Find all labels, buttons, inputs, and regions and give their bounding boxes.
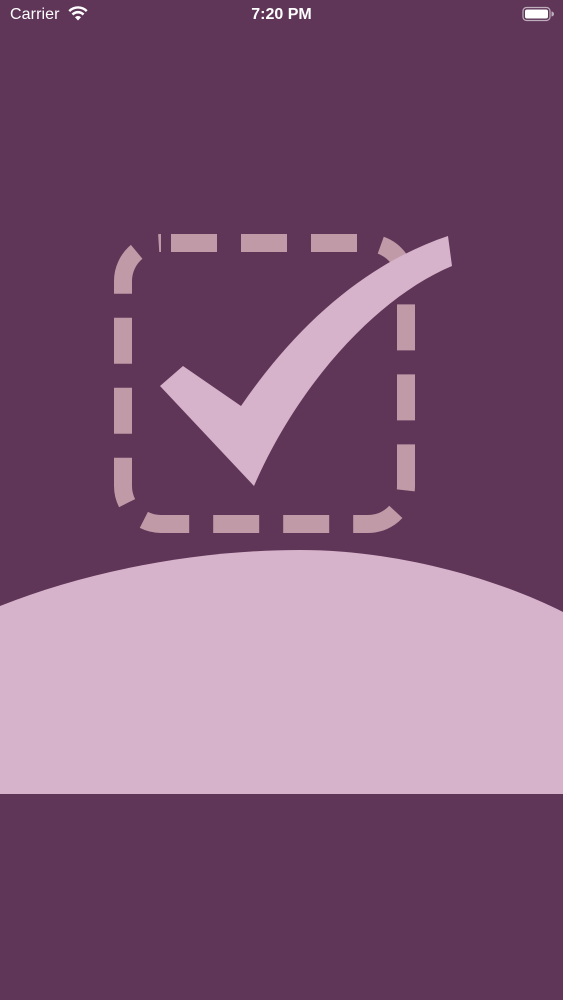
splash-screen: Carrier 7:20 PM bbox=[0, 0, 563, 1000]
footer-band bbox=[0, 794, 563, 1000]
hill-shape bbox=[0, 550, 563, 794]
